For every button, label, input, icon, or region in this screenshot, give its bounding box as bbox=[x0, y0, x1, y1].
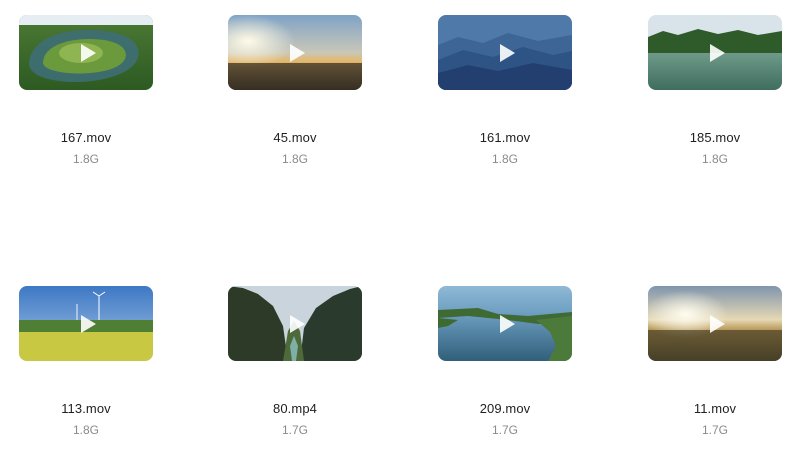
video-tile[interactable]: 11.mov 1.7G bbox=[648, 286, 782, 438]
file-size: 1.7G bbox=[281, 423, 308, 437]
play-icon[interactable] bbox=[79, 43, 97, 63]
play-icon[interactable] bbox=[708, 314, 726, 334]
video-tile[interactable]: 185.mov 1.8G bbox=[648, 15, 782, 167]
video-tile[interactable]: 113.mov 1.8G bbox=[19, 286, 153, 438]
file-size: 1.8G bbox=[281, 152, 308, 166]
file-size: 1.8G bbox=[72, 152, 99, 166]
video-tile[interactable]: 45.mov 1.8G bbox=[228, 15, 362, 167]
file-name: 11.mov bbox=[693, 401, 737, 416]
play-icon[interactable] bbox=[498, 314, 516, 334]
video-thumbnail[interactable] bbox=[648, 286, 782, 361]
file-name: 113.mov bbox=[61, 401, 111, 416]
video-thumbnail[interactable] bbox=[19, 286, 153, 361]
file-size: 1.7G bbox=[491, 423, 518, 437]
video-thumbnail[interactable] bbox=[648, 15, 782, 90]
play-icon[interactable] bbox=[498, 43, 516, 63]
video-thumbnail[interactable] bbox=[228, 15, 362, 90]
file-size: 1.8G bbox=[701, 152, 728, 166]
video-tile[interactable]: 209.mov 1.7G bbox=[438, 286, 572, 438]
file-name: 185.mov bbox=[689, 130, 741, 145]
play-icon[interactable] bbox=[708, 43, 726, 63]
file-name: 161.mov bbox=[479, 130, 531, 145]
video-tile[interactable]: 161.mov 1.8G bbox=[438, 15, 572, 167]
play-icon[interactable] bbox=[79, 314, 97, 334]
video-tile[interactable]: 167.mov 1.8G bbox=[19, 15, 153, 167]
file-size: 1.8G bbox=[491, 152, 518, 166]
file-name: 80.mp4 bbox=[273, 401, 317, 416]
file-name: 167.mov bbox=[60, 130, 112, 145]
video-thumbnail[interactable] bbox=[228, 286, 362, 361]
video-grid: 167.mov 1.8G 45.mov 1.8G 161.mov 1.8G 18… bbox=[0, 0, 800, 452]
file-size: 1.8G bbox=[72, 423, 99, 437]
file-name: 45.mov bbox=[273, 130, 317, 145]
play-icon[interactable] bbox=[288, 314, 306, 334]
video-thumbnail[interactable] bbox=[438, 286, 572, 361]
file-size: 1.7G bbox=[701, 423, 728, 437]
video-tile[interactable]: 80.mp4 1.7G bbox=[228, 286, 362, 438]
video-thumbnail[interactable] bbox=[19, 15, 153, 90]
video-thumbnail[interactable] bbox=[438, 15, 572, 90]
play-icon[interactable] bbox=[288, 43, 306, 63]
file-name: 209.mov bbox=[479, 401, 531, 416]
